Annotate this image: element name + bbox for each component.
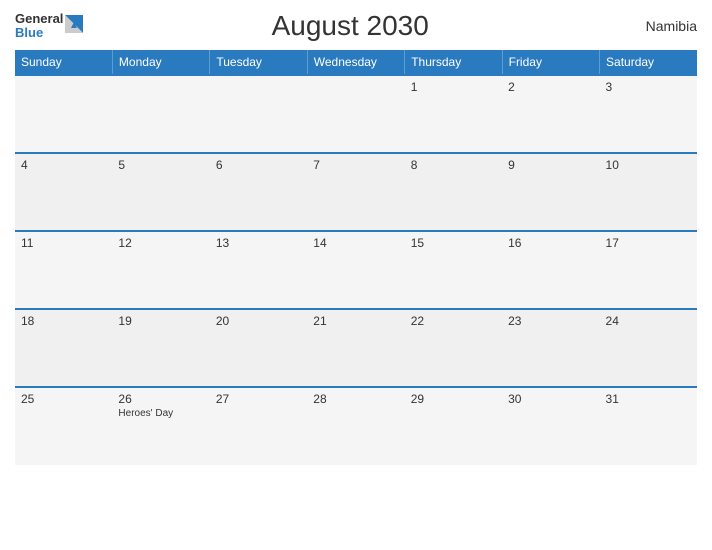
calendar-table: Sunday Monday Tuesday Wednesday Thursday… bbox=[15, 50, 697, 465]
day-cell: 14 bbox=[307, 231, 404, 309]
logo: General Blue ▲ bbox=[15, 12, 83, 41]
day-cell: 29 bbox=[405, 387, 502, 465]
day-cell: 7 bbox=[307, 153, 404, 231]
day-cell: 3 bbox=[600, 75, 697, 153]
week-row-2: 4 5 6 7 8 9 10 bbox=[15, 153, 697, 231]
day-cell: 1 bbox=[405, 75, 502, 153]
header-monday: Monday bbox=[112, 50, 209, 75]
day-cell: 15 bbox=[405, 231, 502, 309]
day-cell: 16 bbox=[502, 231, 599, 309]
day-cell bbox=[112, 75, 209, 153]
day-cell: 19 bbox=[112, 309, 209, 387]
svg-text:▲: ▲ bbox=[69, 20, 79, 31]
day-cell: 11 bbox=[15, 231, 112, 309]
header-wednesday: Wednesday bbox=[307, 50, 404, 75]
day-cell: 20 bbox=[210, 309, 307, 387]
day-cell bbox=[307, 75, 404, 153]
country-label: Namibia bbox=[617, 18, 697, 34]
day-cell: 21 bbox=[307, 309, 404, 387]
day-cell: 13 bbox=[210, 231, 307, 309]
header-saturday: Saturday bbox=[600, 50, 697, 75]
logo-flag-icon: ▲ bbox=[65, 15, 83, 33]
week-row-1: 1 2 3 bbox=[15, 75, 697, 153]
day-cell: 2 bbox=[502, 75, 599, 153]
header-tuesday: Tuesday bbox=[210, 50, 307, 75]
day-cell: 22 bbox=[405, 309, 502, 387]
day-cell: 31 bbox=[600, 387, 697, 465]
day-cell: 9 bbox=[502, 153, 599, 231]
day-cell: 6 bbox=[210, 153, 307, 231]
header-sunday: Sunday bbox=[15, 50, 112, 75]
header-thursday: Thursday bbox=[405, 50, 502, 75]
week-row-5: 25 26 Heroes' Day 27 28 29 30 31 bbox=[15, 387, 697, 465]
day-cell: 17 bbox=[600, 231, 697, 309]
week-row-3: 11 12 13 14 15 16 17 bbox=[15, 231, 697, 309]
week-row-4: 18 19 20 21 22 23 24 bbox=[15, 309, 697, 387]
logo-blue-text: Blue bbox=[15, 26, 63, 40]
day-cell: 4 bbox=[15, 153, 112, 231]
header-friday: Friday bbox=[502, 50, 599, 75]
day-cell: 27 bbox=[210, 387, 307, 465]
calendar-page: General Blue ▲ August 2030 Namibia Sunda… bbox=[0, 0, 712, 550]
day-cell: 24 bbox=[600, 309, 697, 387]
logo-general-text: General bbox=[15, 12, 63, 26]
day-cell: 23 bbox=[502, 309, 599, 387]
page-header: General Blue ▲ August 2030 Namibia bbox=[15, 10, 697, 42]
day-cell: 25 bbox=[15, 387, 112, 465]
page-title: August 2030 bbox=[83, 10, 617, 42]
day-cell bbox=[210, 75, 307, 153]
day-cell-heroes: 26 Heroes' Day bbox=[112, 387, 209, 465]
day-cell: 12 bbox=[112, 231, 209, 309]
day-cell bbox=[15, 75, 112, 153]
day-cell: 10 bbox=[600, 153, 697, 231]
day-cell: 8 bbox=[405, 153, 502, 231]
day-cell: 28 bbox=[307, 387, 404, 465]
day-cell: 30 bbox=[502, 387, 599, 465]
weekday-header-row: Sunday Monday Tuesday Wednesday Thursday… bbox=[15, 50, 697, 75]
heroes-day-event: Heroes' Day bbox=[118, 408, 203, 419]
day-cell: 18 bbox=[15, 309, 112, 387]
day-cell: 5 bbox=[112, 153, 209, 231]
